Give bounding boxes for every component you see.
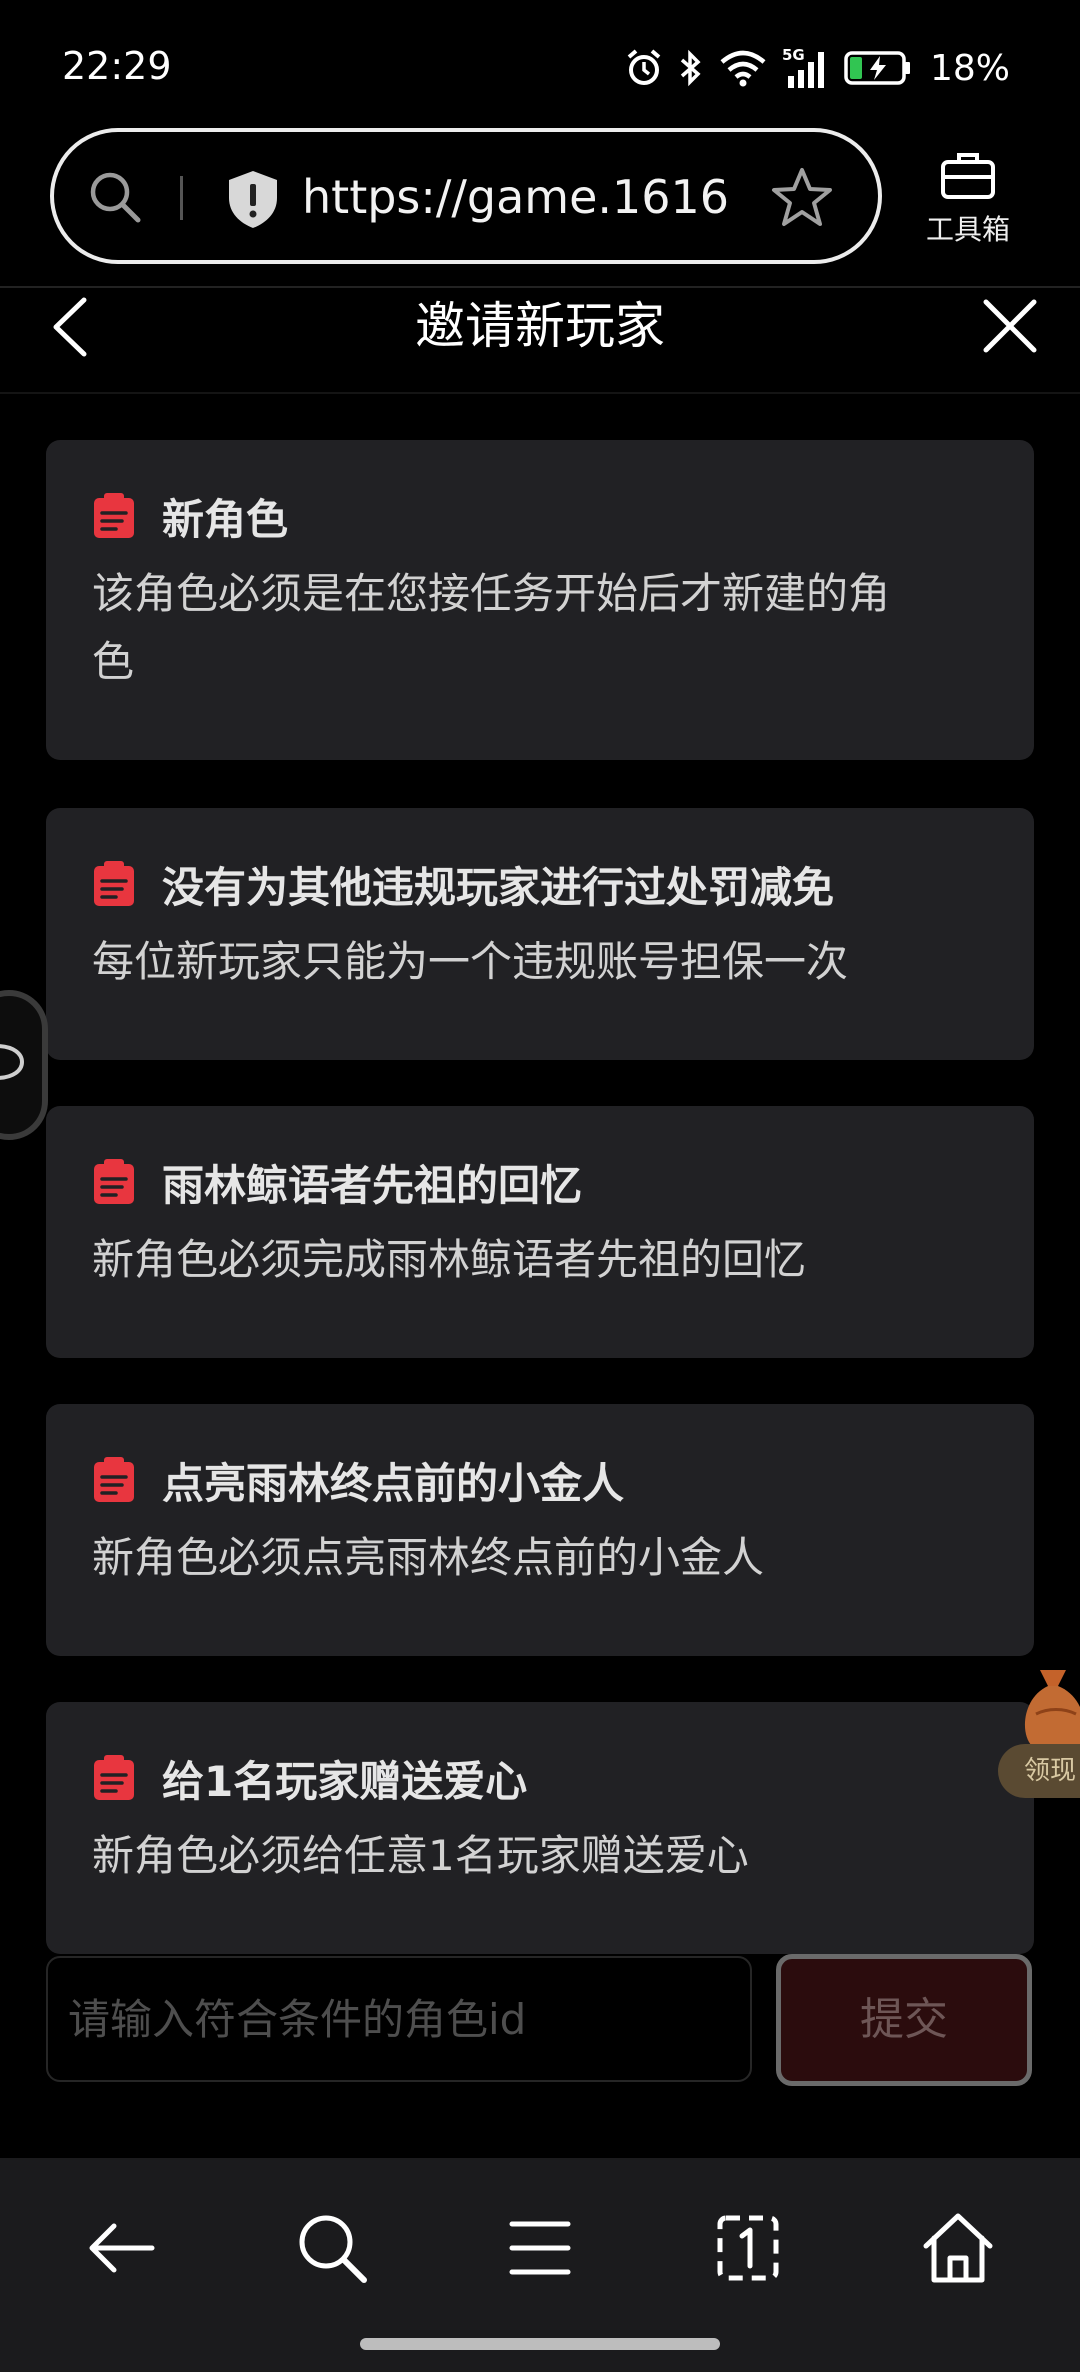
requirement-title: 给1名玩家赠送爱心 xyxy=(162,1756,528,1806)
requirement-desc-line: 该角色必须是在您接任务开始后才新建的角 xyxy=(92,569,891,618)
requirement-card-send-heart: 给1名玩家赠送爱心 新角色必须给任意1名玩家赠送爱心 xyxy=(46,1702,1034,1954)
header-divider xyxy=(0,392,1080,394)
clipboard-icon xyxy=(94,1159,134,1204)
battery-percent: 18% xyxy=(929,47,1010,89)
clipboard-icon xyxy=(94,493,134,538)
shield-icon[interactable] xyxy=(224,168,282,230)
bluetooth-icon xyxy=(680,49,701,87)
menu-icon[interactable] xyxy=(500,2208,580,2288)
role-id-input[interactable] xyxy=(48,1958,750,2080)
url-divider xyxy=(180,176,183,220)
cash-gift-label: 领现 xyxy=(998,1744,1080,1798)
requirement-desc: 该角色必须是在您接任务开始后才新建的角 色 xyxy=(92,560,988,696)
requirement-card-light-statue: 点亮雨林终点前的小金人 新角色必须点亮雨林终点前的小金人 xyxy=(46,1404,1034,1656)
requirement-title: 雨林鲸语者先祖的回忆 xyxy=(162,1160,583,1210)
requirement-desc: 新角色必须点亮雨林终点前的小金人 xyxy=(92,1533,765,1582)
status-bar: 22:29 5G 18% xyxy=(0,0,1080,120)
cash-gift-float[interactable]: 领现 xyxy=(998,1664,1080,1798)
close-button[interactable] xyxy=(982,298,1038,354)
toolbox-button[interactable]: 工具箱 xyxy=(918,150,1018,248)
bookmark-star-icon[interactable] xyxy=(770,166,834,230)
chat-bubble-icon xyxy=(0,1044,25,1080)
role-id-field-wrap xyxy=(46,1956,752,2082)
network-type: 5G xyxy=(782,46,805,64)
home-indicator[interactable] xyxy=(360,2338,720,2350)
requirement-title: 点亮雨林终点前的小金人 xyxy=(162,1458,625,1508)
submit-button[interactable]: 提交 xyxy=(776,1954,1032,2086)
clipboard-icon xyxy=(94,861,134,906)
requirement-title: 新角色 xyxy=(162,494,289,544)
requirement-desc: 新角色必须完成雨林鲸语者先祖的回忆 xyxy=(92,1235,807,1284)
toolbox-label: 工具箱 xyxy=(925,213,1010,246)
side-chat-tab[interactable] xyxy=(0,990,48,1140)
money-bag-icon xyxy=(1024,1670,1080,1752)
tabs-icon[interactable] xyxy=(708,2208,788,2288)
back-arrow-icon[interactable] xyxy=(82,2208,162,2288)
clipboard-icon xyxy=(94,1457,134,1502)
requirement-card-new-role: 新角色 该角色必须是在您接任务开始后才新建的角 色 xyxy=(46,440,1034,760)
url-text[interactable]: https://game.1616... xyxy=(302,170,732,224)
requirement-card-no-penalty: 没有为其他违规玩家进行过处罚减免 每位新玩家只能为一个违规账号担保一次 xyxy=(46,808,1034,1060)
wifi-icon xyxy=(720,50,766,87)
search-icon[interactable] xyxy=(292,2208,372,2288)
url-bar[interactable]: https://game.1616... xyxy=(50,128,882,264)
status-icons: 5G 18% xyxy=(624,46,1010,90)
search-icon[interactable] xyxy=(86,168,146,228)
requirement-desc: 新角色必须给任意1名玩家赠送爱心 xyxy=(92,1831,749,1880)
top-divider xyxy=(0,286,1080,288)
home-icon[interactable] xyxy=(918,2208,998,2288)
requirement-desc-line: 色 xyxy=(92,637,135,686)
signal-5g-icon: 5G xyxy=(782,46,824,88)
page-header: 邀请新玩家 xyxy=(0,290,1080,394)
briefcase-icon xyxy=(941,153,995,199)
page-title: 邀请新玩家 xyxy=(415,297,665,355)
status-time: 22:29 xyxy=(62,44,172,88)
requirement-card-whale-spirit: 雨林鲸语者先祖的回忆 新角色必须完成雨林鲸语者先祖的回忆 xyxy=(46,1106,1034,1358)
battery-charging-icon xyxy=(844,51,910,85)
requirement-desc: 每位新玩家只能为一个违规账号担保一次 xyxy=(92,937,849,986)
alarm-icon xyxy=(627,49,661,85)
clipboard-icon xyxy=(94,1755,134,1800)
requirement-title: 没有为其他违规玩家进行过处罚减免 xyxy=(162,862,835,912)
